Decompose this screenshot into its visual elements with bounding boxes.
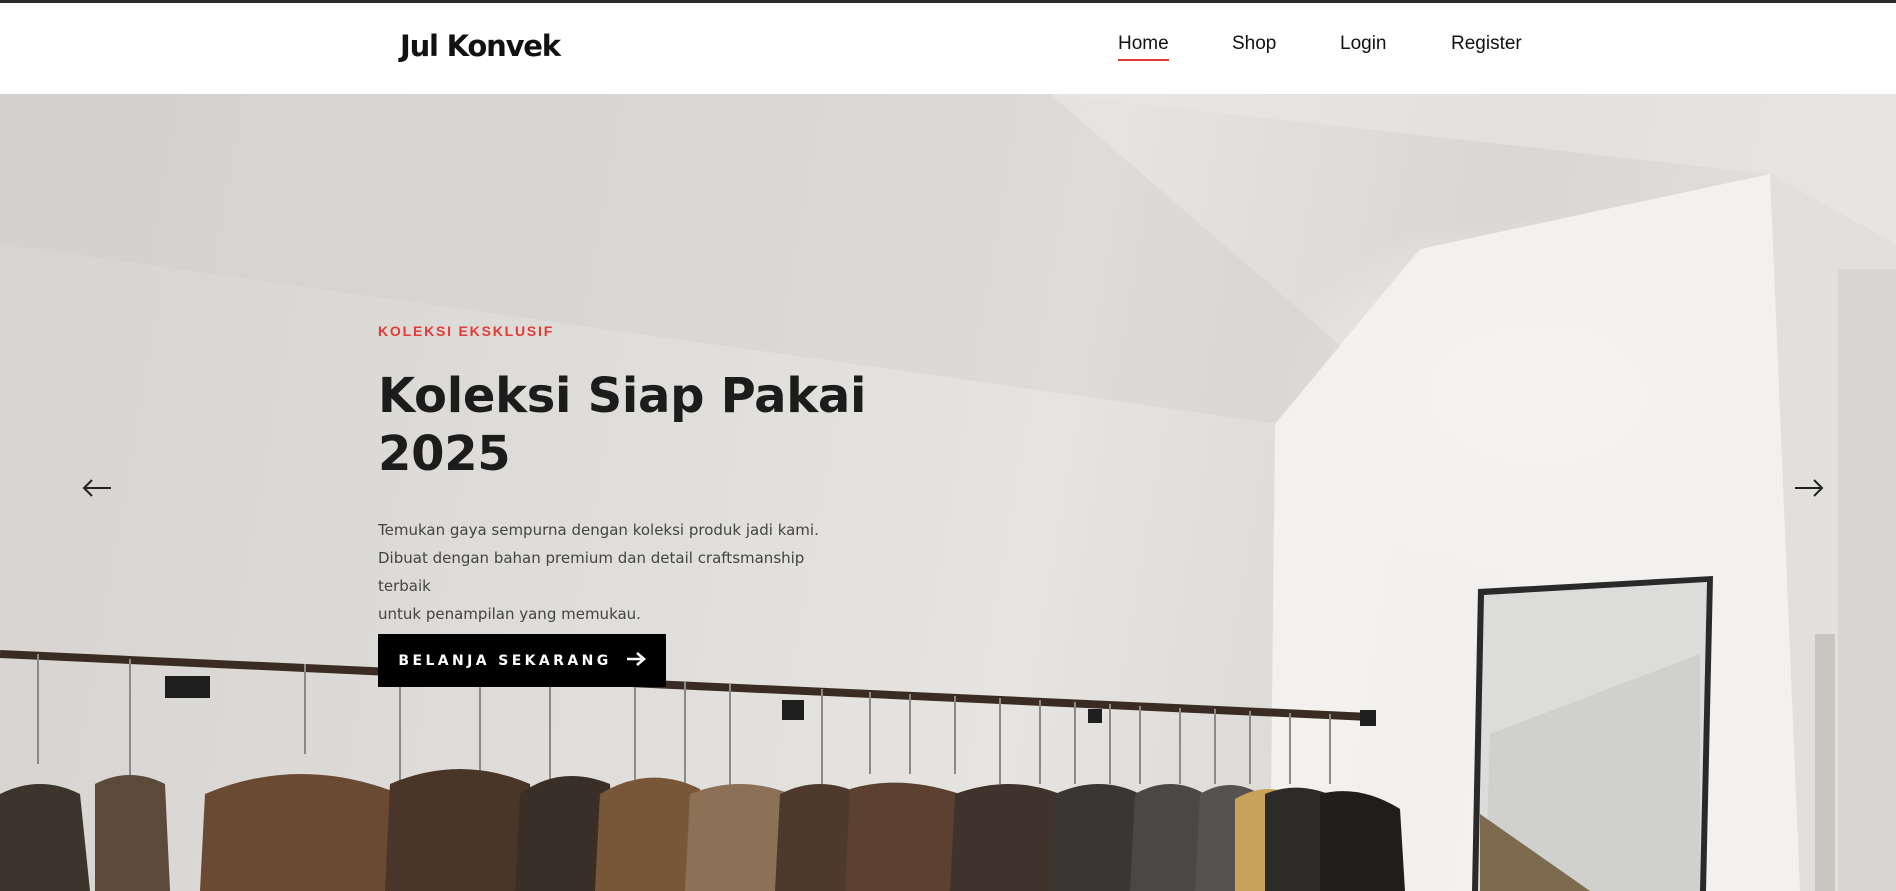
nav-shop[interactable]: Shop	[1232, 33, 1276, 55]
arrow-left-icon	[82, 478, 112, 501]
main-nav: Home Shop Login Register	[0, 3, 1896, 94]
hero-title-line1: Koleksi Siap Pakai	[378, 368, 867, 424]
site-header: Jul Konvek Home Shop Login Register	[0, 3, 1896, 94]
hero-title: Koleksi Siap Pakai 2025	[378, 367, 898, 483]
arrow-right-icon	[626, 650, 646, 671]
nav-home[interactable]: Home	[1118, 33, 1169, 61]
hero-description: Temukan gaya sempurna dengan koleksi pro…	[378, 516, 858, 628]
hero-description-line3: untuk penampilan yang memukau.	[378, 605, 641, 623]
slider-next-button[interactable]	[1789, 474, 1829, 504]
hero-eyebrow: KOLEKSI EKSKLUSIF	[378, 323, 555, 339]
hero-background-image	[0, 94, 1896, 891]
nav-login[interactable]: Login	[1340, 33, 1387, 55]
hero-description-line2: Dibuat dengan bahan premium dan detail c…	[378, 549, 805, 595]
nav-register[interactable]: Register	[1451, 33, 1522, 55]
shop-now-button[interactable]: BELANJA SEKARANG	[378, 634, 666, 687]
hero-description-line1: Temukan gaya sempurna dengan koleksi pro…	[378, 521, 819, 539]
arrow-right-icon	[1794, 478, 1824, 501]
slider-prev-button[interactable]	[77, 474, 117, 504]
hero-slider: KOLEKSI EKSKLUSIF Koleksi Siap Pakai 202…	[0, 94, 1896, 891]
hero-title-line2: 2025	[378, 426, 511, 482]
shop-now-label: BELANJA SEKARANG	[398, 652, 612, 669]
